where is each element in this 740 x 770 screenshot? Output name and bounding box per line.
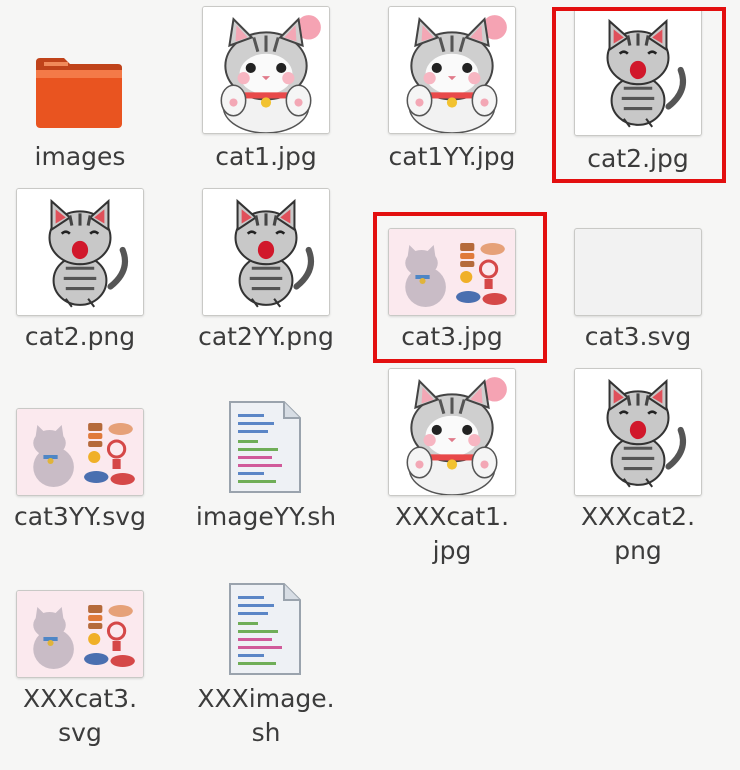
folder-icon: [34, 54, 124, 130]
cat-paw-thumbnail: [388, 368, 516, 496]
file-label: XXXcat1. jpg: [394, 502, 510, 565]
file-label: XXXcat3. svg: [22, 684, 138, 747]
file-label: cat3.svg: [584, 322, 692, 351]
file-label: images: [34, 142, 126, 171]
cat-meow-thumbnail: [16, 188, 144, 316]
cat-sticker-thumbnail: [16, 408, 144, 496]
blank-thumbnail: [574, 228, 702, 316]
file-label: XXXimage. sh: [197, 684, 335, 747]
file-label: cat1.jpg: [215, 142, 317, 171]
cat-paw-thumbnail: [388, 6, 516, 134]
file-label: cat3YY.svg: [14, 502, 146, 531]
cat-sticker-thumbnail: [16, 590, 144, 678]
cat-meow-thumbnail: [574, 368, 702, 496]
file-label: cat2.png: [24, 322, 136, 351]
script-file-icon: [228, 582, 302, 676]
file-label: imageYY.sh: [195, 502, 337, 531]
cat-meow-thumbnail: [202, 188, 330, 316]
file-label: cat2.jpg: [587, 144, 689, 173]
file-label: XXXcat2. png: [580, 502, 696, 565]
file-label: cat3.jpg: [401, 322, 503, 351]
file-label: cat1YY.jpg: [388, 142, 516, 171]
file-label: cat2YY.png: [198, 322, 334, 351]
cat-sticker-thumbnail: [388, 228, 516, 316]
cat-paw-thumbnail: [202, 6, 330, 134]
script-file-icon: [228, 400, 302, 494]
cat-meow-thumbnail: [574, 8, 702, 136]
